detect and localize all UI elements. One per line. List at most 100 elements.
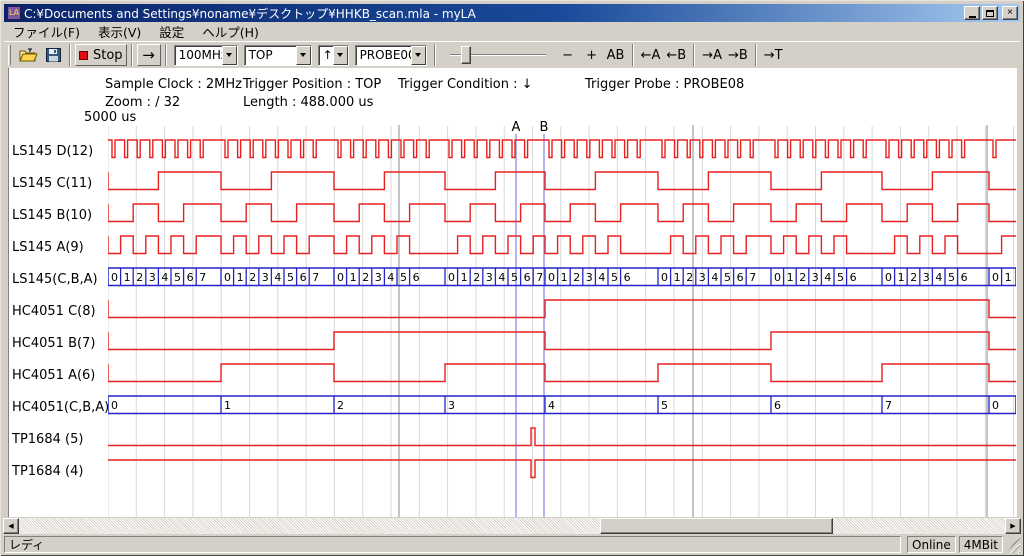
memory-size-badge: 4MBit	[959, 536, 1003, 553]
waveform-LS145-C-B-A--value: 2	[473, 271, 480, 284]
waveform-LS145-C-B-A--value: 6	[961, 271, 968, 284]
waveform-LS145-C-B-A--value: 3	[586, 271, 593, 284]
toolbar-separator	[165, 44, 167, 66]
waveform-LS145-C-B-A--value: 0	[774, 271, 781, 284]
toolbar-separator	[434, 44, 436, 66]
run-button[interactable]: →	[137, 44, 161, 66]
menu-settings[interactable]: 設定	[150, 21, 193, 42]
channel-label: HC4051 A(6)	[12, 368, 108, 383]
waveform-LS145-A-9-	[108, 236, 1016, 254]
title-bar[interactable]: LA C:¥Documents and Settings¥noname¥デスクト…	[4, 4, 1020, 22]
chevron-down-icon	[337, 53, 343, 60]
channel-label: LS145(C,B,A)	[12, 272, 108, 287]
status-message: レディ	[4, 536, 901, 553]
zoom-out-button[interactable]: −	[556, 44, 580, 66]
trigger-probe-combo[interactable]: PROBE00	[355, 45, 427, 66]
stop-icon	[79, 51, 88, 60]
waveform-LS145-C-B-A--value: 0	[337, 271, 344, 284]
menu-file[interactable]: ファイル(F)	[4, 21, 89, 42]
chevron-down-icon	[415, 53, 421, 60]
zoom-info: Zoom : / 32	[105, 95, 180, 110]
waveform-HC4051-C-B-A--value: 0	[111, 399, 118, 412]
waveform-LS145-C-B-A--value: 1	[237, 271, 244, 284]
waveform-LS145-C-B-A--value: 4	[498, 271, 505, 284]
channel-label: LS145 D(12)	[12, 144, 108, 159]
set-marker-a-button[interactable]: →A	[699, 44, 725, 66]
goto-marker-b-button[interactable]: ←B	[663, 44, 689, 66]
waveform-LS145-D-12-	[108, 140, 1016, 158]
save-file-button[interactable]	[41, 44, 65, 66]
zoom-slider-handle[interactable]	[461, 46, 471, 64]
trigger-edge-combo[interactable]: ↑	[318, 45, 349, 66]
waveform-HC4051-C-8-	[108, 300, 1016, 318]
trigger-position-combo[interactable]: TOP	[244, 45, 312, 66]
trigger-probe-info: Trigger Probe : PROBE08	[585, 77, 744, 92]
maximize-button[interactable]	[982, 6, 998, 20]
goto-trigger-button[interactable]: →T	[761, 44, 786, 66]
waveform-LS145-C-B-A--value: 7	[749, 271, 756, 284]
waveform-LS145-C-B-A--value: 7	[199, 271, 206, 284]
waveform-client-area[interactable]: Sample Clock : 2MHz Trigger Position : T…	[8, 68, 1017, 517]
scroll-left-button[interactable]: ◀	[3, 518, 19, 534]
waveform-LS145-C-B-A--value: 1	[561, 271, 568, 284]
waveform-LS145-C-B-A--value: 4	[387, 271, 394, 284]
chevron-down-icon	[300, 53, 306, 60]
zoom-ab-button[interactable]: AB	[604, 44, 628, 66]
dropdown-button[interactable]	[333, 46, 348, 65]
trigger-position-info: Trigger Position : TOP	[243, 77, 381, 92]
minimize-icon	[969, 16, 976, 18]
set-marker-b-button[interactable]: →B	[725, 44, 751, 66]
trigger-condition-info: Trigger Condition : ↓	[398, 77, 533, 92]
channel-label: LS145 C(11)	[12, 176, 108, 191]
waveform-LS145-C-B-A--value: 0	[885, 271, 892, 284]
channel-label: LS145 B(10)	[12, 208, 108, 223]
waveform-HC4051-C-B-A--value: 5	[661, 399, 668, 412]
waveform-LS145-C-B-A--value: 1	[350, 271, 357, 284]
dropdown-button[interactable]	[296, 46, 311, 65]
open-file-button[interactable]	[16, 44, 41, 66]
waveform-LS145-C-B-A--value: 5	[511, 271, 518, 284]
waveform-LS145-C-B-A--value: 0	[448, 271, 455, 284]
horizontal-scrollbar[interactable]: ◀ ▶	[3, 518, 1021, 534]
waveform-LS145-C-B-A--value: 5	[724, 271, 731, 284]
waveform-LS145-C-B-A--value: 2	[362, 271, 369, 284]
minimize-button[interactable]	[964, 6, 980, 20]
waveform-LS145-C-B-A--value: 5	[611, 271, 618, 284]
scroll-right-button[interactable]: ▶	[1005, 518, 1021, 534]
sample-clock-combo[interactable]: 100MHz	[174, 45, 238, 66]
toolbar-separator	[131, 44, 133, 66]
waveform-LS145-C-B-A--value: 5	[287, 271, 294, 284]
waveform-LS145-C-B-A--value: 2	[686, 271, 693, 284]
waveform-canvas[interactable]: AB01234567012345670123456012345670123456…	[108, 118, 1016, 517]
resize-grip[interactable]	[1006, 536, 1020, 553]
online-status-badge: Online	[907, 536, 956, 553]
waveform-LS145-C-B-A--value: 6	[524, 271, 531, 284]
toolbar-grip[interactable]	[8, 45, 11, 65]
sample-clock-info: Sample Clock : 2MHz	[105, 77, 242, 92]
chevron-down-icon	[226, 53, 232, 60]
waveform-LS145-C-B-A--value: 4	[824, 271, 831, 284]
close-button[interactable]: ×	[1002, 6, 1018, 20]
app-window: LA C:¥Documents and Settings¥noname¥デスクト…	[0, 0, 1024, 556]
waveform-LS145-C-B-A--value: 4	[598, 271, 605, 284]
channel-label: HC4051 B(7)	[12, 336, 108, 351]
dropdown-button[interactable]	[222, 46, 237, 65]
stop-button[interactable]: Stop	[75, 44, 127, 66]
scrollbar-thumb[interactable]	[600, 518, 833, 534]
sample-clock-value: 100MHz	[175, 46, 222, 65]
dropdown-button[interactable]	[411, 46, 426, 65]
toolbar-separator	[632, 44, 634, 66]
waveform-LS145-C-B-A--value: 3	[699, 271, 706, 284]
waveform-LS145-C-B-A--value: 0	[548, 271, 555, 284]
waveform-LS145-C-B-A--value: 4	[274, 271, 281, 284]
menu-view[interactable]: 表示(V)	[89, 21, 150, 42]
zoom-in-button[interactable]: +	[580, 44, 604, 66]
menu-help[interactable]: ヘルプ(H)	[193, 21, 268, 42]
waveform-LS145-B-10-	[108, 204, 1016, 222]
zoom-slider[interactable]	[448, 44, 548, 66]
goto-marker-a-button[interactable]: ←A	[638, 44, 664, 66]
waveform-LS145-C-B-A--value: 6	[187, 271, 194, 284]
waveform-LS145-C-B-A--value: 6	[413, 271, 420, 284]
waveform-TP1684-5-	[108, 428, 1016, 446]
waveform-LS145-C-B-A--value: 4	[935, 271, 942, 284]
